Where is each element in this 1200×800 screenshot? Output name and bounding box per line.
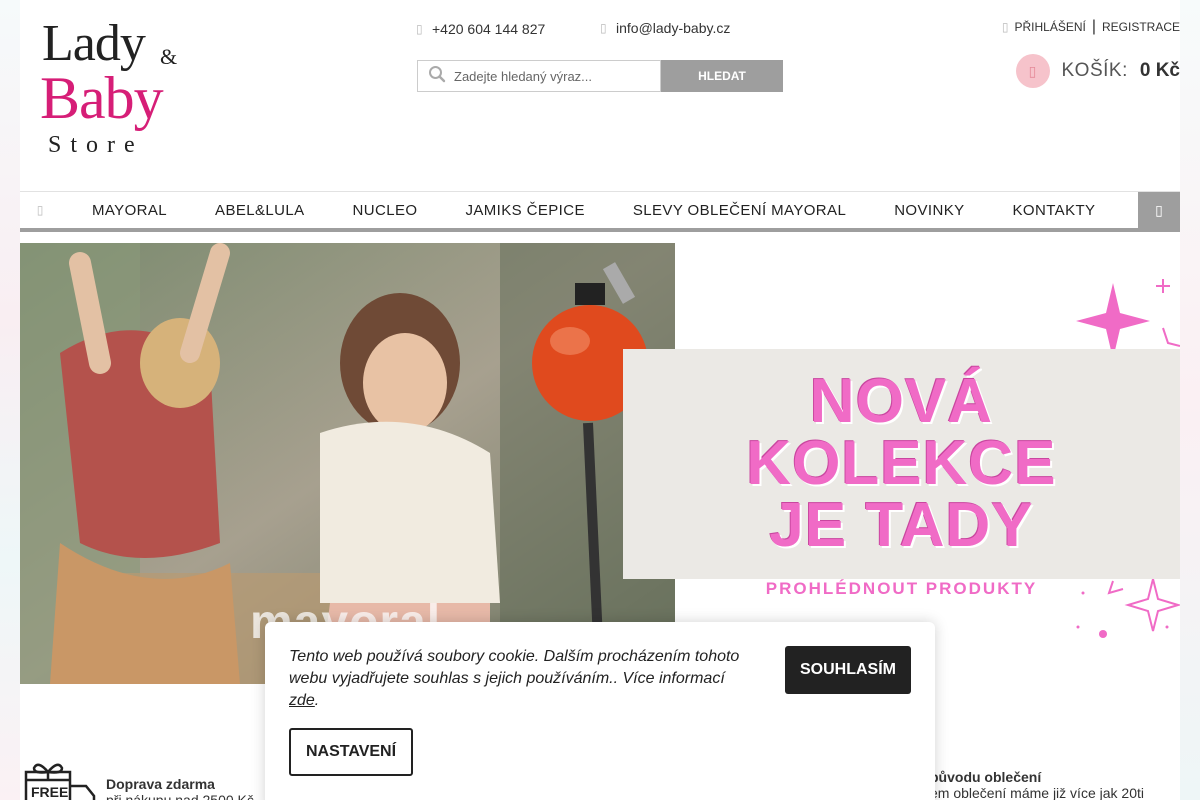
nav-item-abel-lula[interactable]: ABEL&LULA bbox=[191, 202, 328, 219]
banner-photo: mayoral bbox=[20, 243, 675, 684]
free-badge: FREE bbox=[31, 784, 69, 800]
site-logo[interactable]: Lady & Baby Store bbox=[38, 14, 188, 164]
cart-total: 0 Kč bbox=[1139, 60, 1180, 81]
home-icon[interactable]: ▯ bbox=[20, 192, 60, 228]
cookie-settings-button[interactable]: NASTAVENÍ bbox=[289, 728, 413, 776]
right-side-decoration bbox=[1180, 0, 1200, 800]
search-icon bbox=[428, 65, 446, 88]
cookie-period: . bbox=[314, 692, 320, 709]
origin-title: původu oblečení bbox=[930, 769, 1042, 785]
search-input[interactable] bbox=[454, 68, 654, 84]
auth-separator: | bbox=[1091, 18, 1096, 35]
cookie-accept-button[interactable]: SOUHLASÍM bbox=[785, 646, 911, 694]
promo-box: NOVÁ KOLEKCE JE TADY bbox=[623, 349, 1180, 579]
main-navigation: ▯ MAYORAL ABEL&LULA NUCLEO JAMIKS ČEPICE… bbox=[20, 191, 1180, 232]
cart-label: KOŠÍK: bbox=[1061, 60, 1128, 81]
phone-number: +420 604 144 827 bbox=[432, 21, 546, 37]
gift-truck-icon: FREE bbox=[24, 760, 96, 800]
cookie-message: Tento web používá soubory cookie. Dalším… bbox=[289, 648, 740, 687]
cookie-consent-bar: Tento web používá soubory cookie. Dalším… bbox=[265, 622, 935, 800]
cookie-text: Tento web používá soubory cookie. Dalším… bbox=[289, 646, 749, 712]
cart[interactable]: ▯ KOŠÍK: 0 Kč bbox=[1015, 54, 1180, 88]
contact-email[interactable]: ▯ info@lady-baby.cz bbox=[600, 20, 730, 36]
search-box bbox=[417, 60, 661, 92]
nav-item-novinky[interactable]: NOVINKY bbox=[870, 202, 988, 219]
logo-store-text: Store bbox=[48, 132, 144, 158]
shipping-text: při nákupu nad 2500 Kč bbox=[106, 792, 254, 800]
nav-item-jamiks-cepice[interactable]: JAMIKS ČEPICE bbox=[441, 202, 608, 219]
hero-banner[interactable]: mayoral NOVÁ KOLEKCE JE TADY PROHLÉDNOUT… bbox=[20, 243, 1180, 684]
menu-icon[interactable]: ▯ bbox=[1138, 192, 1180, 229]
nav-item-kontakty[interactable]: KONTAKTY bbox=[989, 202, 1120, 219]
email-address: info@lady-baby.cz bbox=[616, 20, 731, 36]
nav-item-slevy[interactable]: SLEVY OBLEČENÍ MAYORAL bbox=[609, 202, 870, 219]
feature-free-shipping: FREE Doprava zdarma při nákupu nad 2500 … bbox=[24, 760, 254, 800]
promo-line-1: NOVÁ bbox=[809, 367, 994, 436]
nav-item-mayoral[interactable]: MAYORAL bbox=[60, 202, 191, 219]
origin-text: em oblečení máme již více jak 20ti bbox=[930, 785, 1144, 800]
search-form: HLEDAT bbox=[417, 60, 783, 92]
contact-phone[interactable]: ▯ +420 604 144 827 bbox=[416, 21, 545, 37]
register-link[interactable]: REGISTRACE bbox=[1102, 20, 1180, 34]
nav-items: MAYORAL ABEL&LULA NUCLEO JAMIKS ČEPICE S… bbox=[60, 192, 1119, 228]
promo-link[interactable]: PROHLÉDNOUT PRODUKTY bbox=[623, 579, 1180, 599]
search-button[interactable]: HLEDAT bbox=[661, 60, 783, 92]
left-side-decoration bbox=[0, 0, 20, 800]
cookie-more-link[interactable]: zde bbox=[289, 692, 315, 709]
user-icon: ▯ bbox=[1001, 20, 1009, 34]
promo-line-2: KOLEKCE bbox=[746, 429, 1057, 498]
cart-icon: ▯ bbox=[1015, 54, 1050, 88]
promo-line-3: JE TADY bbox=[769, 491, 1034, 560]
login-link[interactable]: PŘIHLÁŠENÍ bbox=[1014, 20, 1085, 34]
feature-shipping-text: Doprava zdarma při nákupu nad 2500 Kč bbox=[106, 760, 254, 800]
promo-panel: NOVÁ KOLEKCE JE TADY PROHLÉDNOUT PRODUKT… bbox=[623, 243, 1180, 684]
auth-links: ▯ PŘIHLÁŠENÍ | REGISTRACE bbox=[1002, 18, 1180, 36]
logo-baby-text: Baby bbox=[40, 65, 164, 131]
feature-origin: původu oblečení em oblečení máme již víc… bbox=[930, 769, 1180, 800]
envelope-icon: ▯ bbox=[600, 21, 607, 35]
phone-icon: ▯ bbox=[416, 22, 423, 36]
nav-item-nucleo[interactable]: NUCLEO bbox=[329, 202, 442, 219]
shipping-title: Doprava zdarma bbox=[106, 776, 215, 792]
